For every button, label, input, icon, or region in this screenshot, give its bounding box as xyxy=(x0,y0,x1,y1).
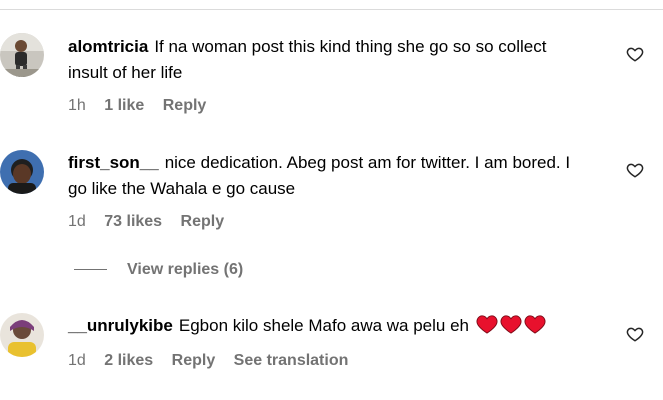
red-heart-icon xyxy=(476,315,498,334)
comment-meta: 1h 1 like Reply xyxy=(68,97,220,115)
replies-line xyxy=(74,269,107,271)
avatar[interactable] xyxy=(0,150,44,194)
view-replies-button[interactable]: View replies (6) xyxy=(74,261,243,279)
red-heart-icon xyxy=(500,315,522,334)
comment-username[interactable]: alomtricia xyxy=(68,37,148,56)
heart-outline-icon[interactable] xyxy=(626,325,644,343)
view-replies-label: View replies (6) xyxy=(127,261,244,278)
comment-likes[interactable]: 2 likes xyxy=(104,352,153,369)
comments-panel: alomtricia If na woman post this kind thi… xyxy=(0,0,663,400)
red-heart-icon xyxy=(524,315,546,334)
comment-time[interactable]: 1d xyxy=(68,213,86,230)
divider xyxy=(0,9,663,10)
comment-meta: 1d 73 likes Reply xyxy=(68,213,238,231)
avatar[interactable] xyxy=(0,313,44,357)
comment-body: Egbon kilo shele Mafo awa wa pelu eh xyxy=(178,316,470,335)
comment-likes[interactable]: 1 like xyxy=(104,97,144,114)
reply-button[interactable]: Reply xyxy=(172,352,216,369)
see-translation-button[interactable]: See translation xyxy=(234,352,349,369)
reply-button[interactable]: Reply xyxy=(181,213,225,230)
reply-button[interactable]: Reply xyxy=(163,97,207,114)
comment-likes[interactable]: 73 likes xyxy=(104,213,162,230)
comment-meta: 1d 2 likes Reply See translation xyxy=(68,352,362,370)
comment-time[interactable]: 1h xyxy=(68,97,86,114)
comment-username[interactable]: __unrulykibe xyxy=(68,316,173,335)
comment-text: __unrulykibe Egbon kilo shele Mafo awa wa… xyxy=(68,313,588,339)
avatar[interactable] xyxy=(0,33,44,77)
comment-text: alomtricia If na woman post this kind thi… xyxy=(68,34,588,86)
heart-outline-icon[interactable] xyxy=(626,161,644,179)
comment-text: first_son__ nice dedication. Abeg post am… xyxy=(68,150,588,202)
comment-time[interactable]: 1d xyxy=(68,352,86,369)
heart-outline-icon[interactable] xyxy=(626,45,644,63)
comment-username[interactable]: first_son__ xyxy=(68,153,159,172)
